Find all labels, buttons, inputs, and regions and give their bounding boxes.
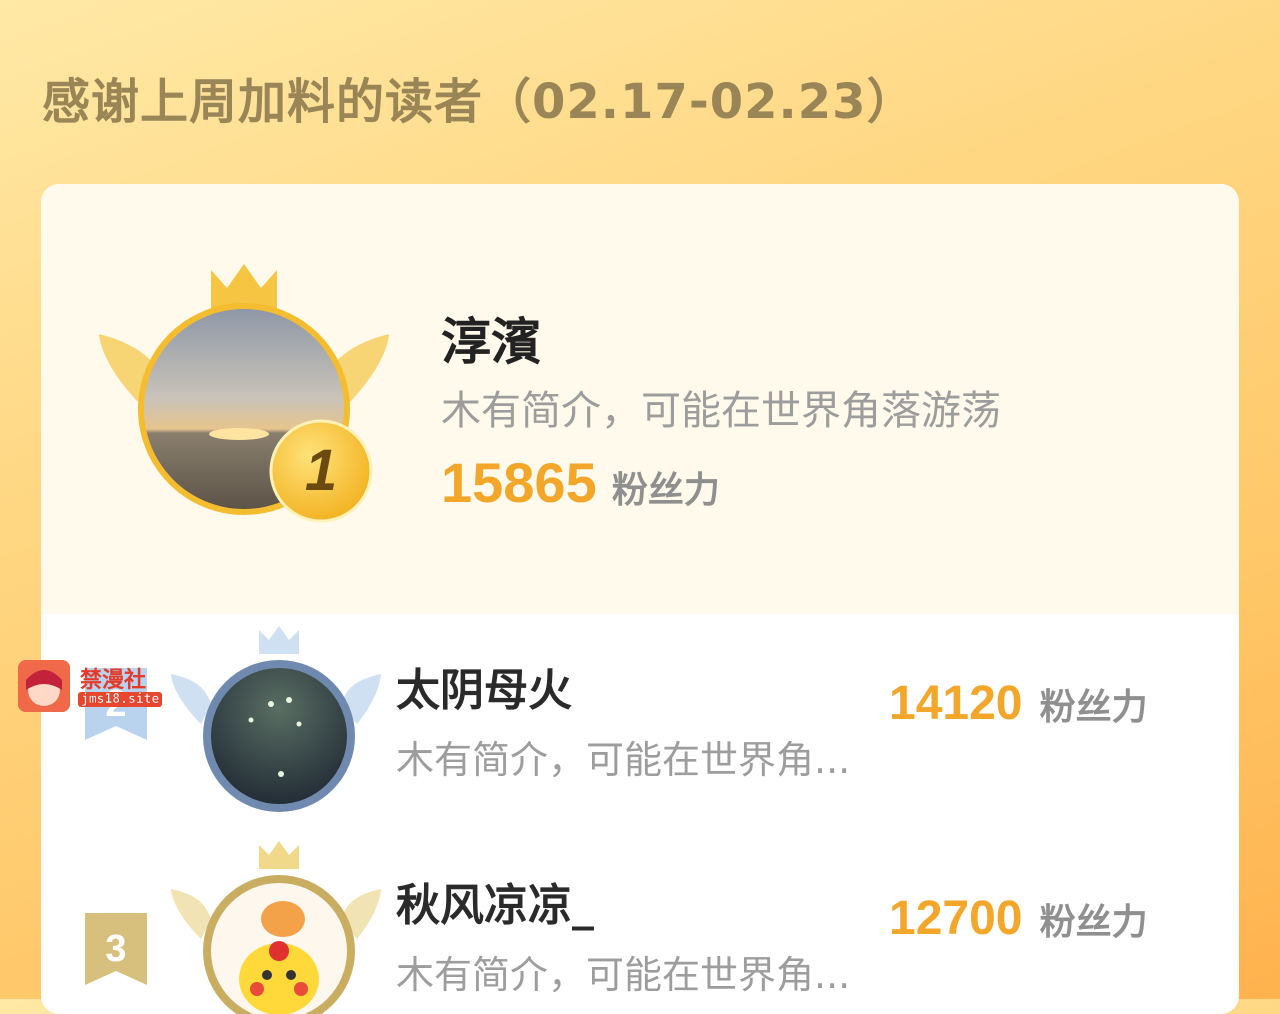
rank-2-score-unit: 粉丝力: [1039, 687, 1148, 728]
rank-3-bio: 木有简介，可能在世界角...: [396, 953, 851, 997]
watermark-url: jms18.site: [78, 692, 163, 707]
rank-1-score-unit: 粉丝力: [611, 470, 720, 511]
ranking-panel: 1 淳濱 木有简介，可能在世界角落游荡 15865 粉丝力 2: [41, 184, 1239, 1014]
watermark-text: 禁漫社: [80, 668, 147, 693]
rank-1-name[interactable]: 淳濱: [441, 302, 541, 374]
rank-3-score-unit: 粉丝力: [1039, 902, 1148, 943]
svg-text:3: 3: [105, 928, 126, 970]
rank-1-score: 15865 粉丝力: [441, 450, 720, 515]
site-watermark: 禁漫社 jms18.site: [18, 660, 168, 712]
rank-1-number: 1: [305, 438, 337, 503]
rank-1-score-value: 15865: [441, 451, 597, 514]
rank-2-avatar[interactable]: [171, 624, 381, 814]
rank-3-name[interactable]: 秋风凉凉_: [396, 869, 594, 933]
rank-2-score: 14120 粉丝力: [889, 676, 1148, 731]
page-title: 感谢上周加料的读者（02.17-02.23）: [42, 74, 916, 130]
list-item[interactable]: 3 秋风凉凉_ 木有简介，可能在世界角... 12700 粉丝力: [41, 839, 1239, 1014]
rank-2-bio: 木有简介，可能在世界角...: [396, 738, 851, 782]
rank-1-avatar[interactable]: 1: [99, 264, 389, 524]
rank-3-badge: 3: [85, 913, 147, 985]
watermark-logo-icon: [18, 660, 70, 712]
rank-3-score: 12700 粉丝力: [889, 891, 1148, 946]
list-item[interactable]: 2 太阴母火 木有简介，可能在世界角... 14120: [41, 624, 1239, 824]
rank-3-avatar[interactable]: [171, 839, 381, 1014]
crown-icon: [211, 264, 277, 308]
rank-2-name[interactable]: 太阴母火: [396, 654, 572, 718]
rank-2-score-value: 14120: [889, 677, 1023, 730]
rank-3-score-value: 12700: [889, 892, 1023, 945]
rank-1-bio: 木有简介，可能在世界角落游荡: [441, 388, 1001, 434]
